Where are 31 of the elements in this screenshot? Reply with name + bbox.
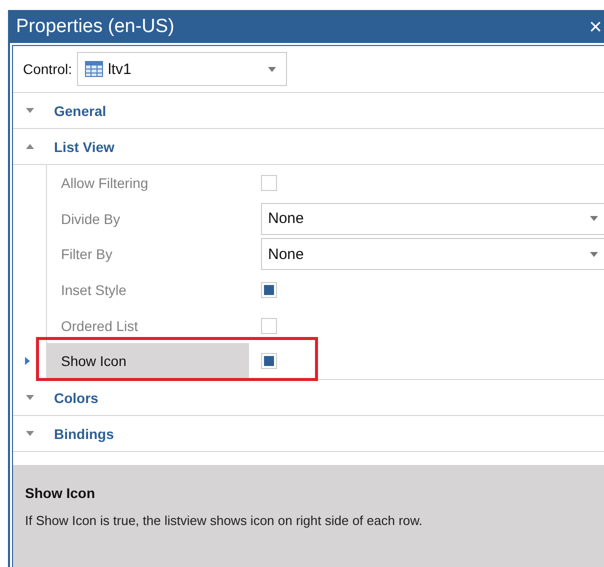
dropdown-field[interactable]: None <box>261 202 604 235</box>
section-header[interactable]: Bindings <box>54 426 114 442</box>
expand-icon[interactable] <box>26 395 34 400</box>
description-text: If Show Icon is true, the listview shows icon on right side of each row. <box>25 513 424 528</box>
description-title: Show Icon <box>25 485 96 502</box>
expand-icon[interactable] <box>26 431 34 436</box>
table-icon <box>85 61 104 77</box>
section-header[interactable]: Colors <box>54 390 98 406</box>
property-label[interactable]: Divide By <box>47 200 249 236</box>
checkbox[interactable] <box>261 174 277 191</box>
close-button[interactable]: × <box>587 16 604 38</box>
section-header[interactable]: List View <box>54 138 114 154</box>
checkbox[interactable] <box>261 318 277 334</box>
property-label[interactable]: Filter By <box>47 236 249 272</box>
section-header[interactable]: General <box>54 102 106 118</box>
checkbox[interactable] <box>261 282 277 298</box>
control-label: Control: <box>23 61 72 77</box>
caret-icon <box>590 216 598 222</box>
window-title: Properties (en-US) <box>16 16 174 38</box>
property-label[interactable]: Inset Style <box>47 272 249 308</box>
collapse-icon[interactable] <box>26 144 34 149</box>
property-label[interactable]: Ordered List <box>47 308 249 344</box>
expand-icon[interactable] <box>26 108 34 113</box>
caret-icon <box>590 252 598 257</box>
property-label[interactable]: Allow Filtering <box>47 165 249 201</box>
row-pointer-icon <box>25 357 30 366</box>
caret-icon <box>268 66 276 72</box>
checkbox[interactable] <box>261 353 277 370</box>
property-label[interactable]: Show Icon <box>47 343 249 380</box>
dropdown-field[interactable]: None <box>261 238 604 270</box>
control-dropdown[interactable]: ltv1 <box>77 52 288 86</box>
